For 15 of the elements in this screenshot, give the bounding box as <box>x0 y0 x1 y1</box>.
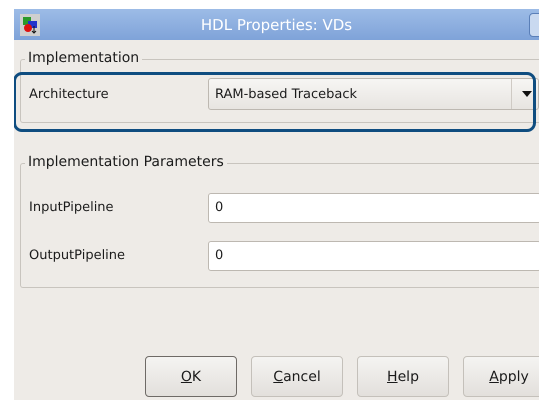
app-icon <box>20 14 40 36</box>
window-title: HDL Properties: VDs <box>200 16 352 34</box>
dialog-button[interactable]: Cancel <box>251 356 343 397</box>
dialog-button[interactable]: OK <box>145 356 237 397</box>
architecture-dropdown[interactable]: RAM-based Traceback <box>208 78 539 110</box>
dialog-button[interactable]: Apply <box>463 356 539 397</box>
input-field[interactable]: 0 <box>208 240 539 270</box>
input-field[interactable]: 0 <box>208 192 539 222</box>
dialog-button[interactable]: Help <box>357 356 449 397</box>
field-label: Architecture <box>29 86 110 102</box>
field-label: OutputPipeline <box>29 248 126 263</box>
field-label: InputPipeline <box>29 200 115 215</box>
dropdown-arrow-icon <box>522 91 532 97</box>
group-legend: Implementation Parameters <box>25 154 227 170</box>
group-legend: Implementation <box>25 50 142 66</box>
